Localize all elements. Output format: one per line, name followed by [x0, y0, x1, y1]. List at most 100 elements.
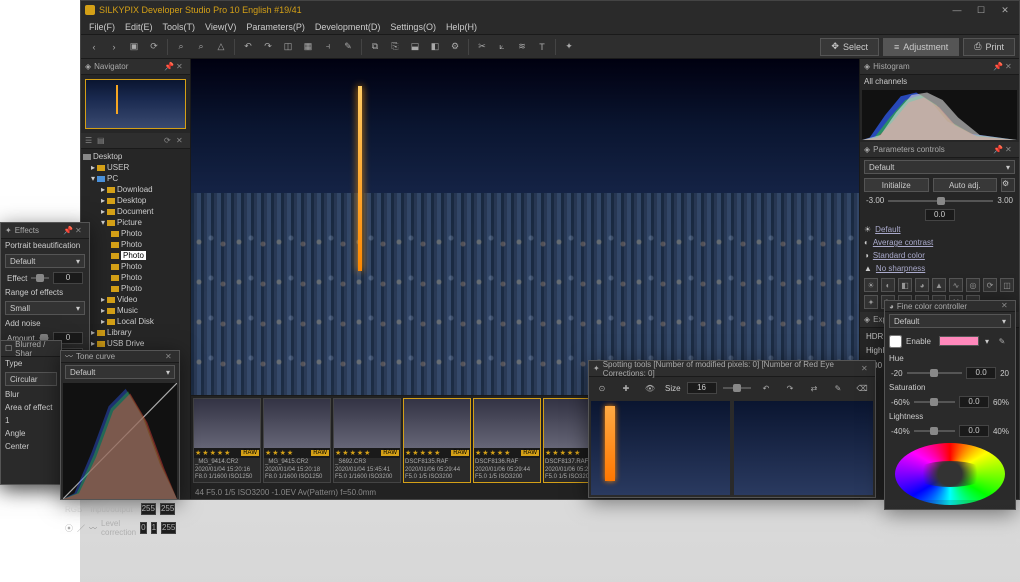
brush2-icon[interactable]: ✎ — [829, 379, 847, 397]
redo-icon[interactable]: ↷ — [781, 379, 799, 397]
curve-smooth-icon[interactable]: 〰 — [89, 519, 97, 537]
maximize-button[interactable]: ☐ — [971, 3, 991, 17]
autoadj-button[interactable]: Auto adj. — [933, 178, 998, 192]
panel-close-icon[interactable]: ✕ — [176, 136, 186, 146]
menu-edit[interactable]: Edit(E) — [121, 22, 157, 32]
hue-value[interactable]: 0.0 — [966, 367, 996, 379]
initialize-button[interactable]: Initialize — [864, 178, 929, 192]
options-icon[interactable]: ⚙ — [1001, 178, 1015, 192]
select-mode-button[interactable]: ✥ Select — [820, 38, 879, 56]
crop-icon[interactable]: ◫ — [279, 38, 297, 56]
tree-view-icon[interactable]: ☰ — [85, 136, 95, 146]
tree-node-picture[interactable]: ▾ Picture — [83, 217, 188, 228]
color-swatch[interactable] — [939, 336, 979, 346]
effects-header[interactable]: ✦ Effects📌✕ — [1, 223, 89, 239]
panel-close-icon[interactable]: ✕ — [176, 62, 186, 72]
straighten-icon[interactable]: ⟀ — [493, 38, 511, 56]
image-viewer[interactable] — [191, 59, 859, 395]
back-icon[interactable]: ‹ — [85, 38, 103, 56]
clone-icon[interactable]: ⊙ — [593, 379, 611, 397]
panel-close-icon[interactable]: ✕ — [861, 364, 871, 374]
range-dropdown[interactable]: Small▾ — [5, 301, 85, 315]
tree-node-document[interactable]: ▸ Document — [83, 206, 188, 217]
nr-icon[interactable]: ∿ — [949, 278, 963, 292]
output-value[interactable]: 255 — [160, 503, 175, 515]
pin-icon[interactable]: 📌 — [993, 62, 1003, 72]
grid-icon[interactable]: ▦ — [299, 38, 317, 56]
tree-node-user[interactable]: ▸ USER — [83, 162, 188, 173]
tree-node-photo-selected[interactable]: Photo — [83, 250, 188, 261]
copy-icon[interactable]: ⧉ — [366, 38, 384, 56]
tree-node-usb[interactable]: ▸ USB Drive — [83, 338, 188, 349]
link-sharpness[interactable]: No sharpness — [876, 264, 925, 273]
open-folder-icon[interactable]: ▣ — [125, 38, 143, 56]
menu-view[interactable]: View(V) — [201, 22, 240, 32]
lig-value[interactable]: 0.0 — [959, 425, 989, 437]
panel-close-icon[interactable]: ✕ — [165, 352, 175, 362]
thumbnail-item[interactable]: ★★★★RAW _MG_9415.CR22020/01/04 15:20:18F… — [263, 398, 331, 483]
text-icon[interactable]: T — [533, 38, 551, 56]
curve-line-icon[interactable]: ／ — [77, 519, 85, 537]
tree-node-video[interactable]: ▸ Video — [83, 294, 188, 305]
sat-slider[interactable] — [914, 401, 955, 403]
effect-value[interactable]: 0 — [53, 272, 83, 284]
eyedropper-icon[interactable]: ✎ — [339, 38, 357, 56]
lens-icon[interactable]: ◎ — [966, 278, 980, 292]
link-color[interactable]: Standard color — [873, 251, 925, 260]
tree-node-music[interactable]: ▸ Music — [83, 305, 188, 316]
crop2-icon[interactable]: ◫ — [1000, 278, 1014, 292]
pin-icon[interactable]: 📌 — [63, 226, 73, 236]
tree-node-desktop[interactable]: Desktop — [83, 151, 188, 162]
effects-preset-dropdown[interactable]: Default▾ — [5, 254, 85, 268]
minimize-button[interactable]: — — [947, 3, 967, 17]
panel-close-icon[interactable]: ✕ — [1005, 62, 1015, 72]
tonecurve-header[interactable]: 〰 Tone curve✕ — [61, 351, 179, 363]
spot-size-value[interactable]: 16 — [687, 382, 717, 394]
adjustment-mode-button[interactable]: ≡ Adjustment — [883, 38, 959, 56]
blur-header[interactable]: ☐ Blurred / Shar — [1, 341, 61, 357]
level-1[interactable]: 1 — [151, 522, 157, 534]
menu-parameters[interactable]: Parameters(P) — [242, 22, 309, 32]
print-mode-button[interactable]: ⎙ Print — [963, 38, 1015, 56]
tree-node-download[interactable]: ▸ Download — [83, 184, 188, 195]
zoom-out-icon[interactable]: ⌕ — [192, 38, 210, 56]
compare-icon[interactable]: ⬓ — [406, 38, 424, 56]
rotate-left-icon[interactable]: ↶ — [239, 38, 257, 56]
navigator-thumbnail[interactable] — [85, 79, 186, 129]
pin-icon[interactable]: 📌 — [993, 145, 1003, 155]
level-0[interactable]: 0 — [140, 522, 146, 534]
thumbnail-item[interactable]: ★★★★★RAW _S692.CR32020/01/04 15:45:41F5.… — [333, 398, 401, 483]
type-dropdown[interactable]: Circular — [5, 372, 57, 386]
panel-close-icon[interactable]: ✕ — [75, 226, 85, 236]
refresh-icon[interactable]: ⟳ — [145, 38, 163, 56]
color-wheel[interactable] — [895, 443, 1005, 505]
wb-icon[interactable]: ◐ — [881, 278, 895, 292]
exposure-slider[interactable] — [888, 200, 993, 202]
lig-slider[interactable] — [914, 430, 955, 432]
menu-development[interactable]: Development(D) — [311, 22, 385, 32]
menu-file[interactable]: File(F) — [85, 22, 119, 32]
menu-settings[interactable]: Settings(O) — [386, 22, 440, 32]
link-contrast[interactable]: Average contrast — [873, 238, 933, 247]
warning-icon[interactable]: △ — [212, 38, 230, 56]
tonecurve-graph[interactable] — [63, 383, 177, 499]
settings-icon[interactable]: ⚙ — [446, 38, 464, 56]
rotate-right-icon[interactable]: ↷ — [259, 38, 277, 56]
tree-node-photo[interactable]: Photo — [83, 283, 188, 294]
zoom-in-icon[interactable]: ⌕ — [172, 38, 190, 56]
toggle-icon[interactable]: ⇄ — [805, 379, 823, 397]
heal-icon[interactable]: ✚ — [617, 379, 635, 397]
tree-node-photo[interactable]: Photo — [83, 228, 188, 239]
sharp-icon[interactable]: ▲ — [932, 278, 946, 292]
split-icon[interactable]: ◧ — [426, 38, 444, 56]
forward-icon[interactable]: › — [105, 38, 123, 56]
erase-icon[interactable]: ⌫ — [853, 379, 871, 397]
crop-tool-icon[interactable]: ✂ — [473, 38, 491, 56]
undo-icon[interactable]: ↶ — [757, 379, 775, 397]
tree-node-localdisk[interactable]: ▸ Local Disk — [83, 316, 188, 327]
pin-icon[interactable]: 📌 — [164, 62, 174, 72]
rotate-icon[interactable]: ⟳ — [983, 278, 997, 292]
hue-slider[interactable] — [907, 372, 963, 374]
input-value[interactable]: 255 — [141, 503, 156, 515]
thumbnail-item[interactable]: ★★★★★RAW DSCF8136.RAF2020/01/06 05:29:44… — [473, 398, 541, 483]
